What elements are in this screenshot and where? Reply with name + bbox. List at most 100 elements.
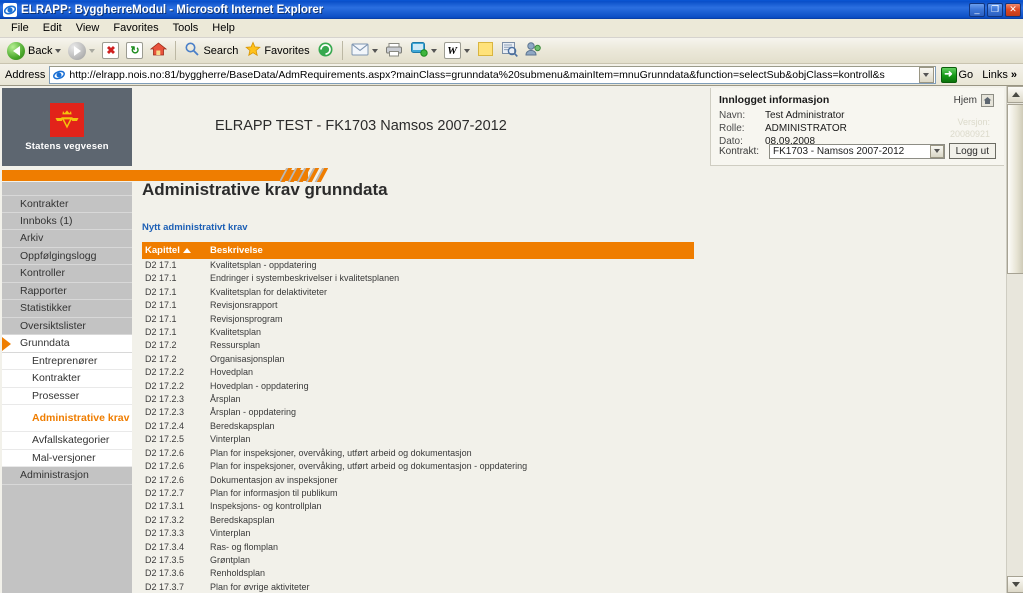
statens-vegvesen-logo-icon — [50, 102, 84, 137]
sidebar-item-kontrakter-sub[interactable]: Kontrakter — [2, 370, 132, 388]
address-input[interactable]: http://elrapp.nois.no:81/byggherre/BaseD… — [49, 65, 936, 84]
skype-button[interactable] — [407, 40, 440, 61]
research-button[interactable] — [498, 40, 521, 61]
table-row[interactable]: D2 17.2 Organisasjonsplan — [142, 353, 694, 366]
menu-item-file[interactable]: File — [4, 20, 36, 36]
table-row[interactable]: D2 17.1 Revisjonsprogram — [142, 313, 694, 326]
sidebar-item-kontroller[interactable]: Kontroller — [2, 265, 132, 283]
page-vertical-scrollbar[interactable] — [1006, 86, 1023, 593]
mail-button[interactable] — [348, 41, 381, 60]
table-row[interactable]: D2 17.1 Kvalitetsplan for delaktiviteter — [142, 286, 694, 299]
sidebar-item-label: Avfallskategorier — [32, 434, 110, 447]
forward-history-chevron-icon[interactable] — [89, 48, 96, 53]
close-button[interactable]: ✕ — [1005, 2, 1021, 17]
scroll-up-button[interactable] — [1007, 86, 1023, 103]
sidebar-item-oppfolgingslogg[interactable]: Oppfølgingslogg — [2, 248, 132, 265]
logout-button[interactable]: Logg ut — [948, 143, 996, 159]
scrollbar-thumb[interactable] — [1007, 104, 1023, 274]
sidebar-item-kontrakter[interactable]: Kontrakter — [2, 195, 132, 213]
favorites-button[interactable]: Favorites — [242, 40, 312, 61]
sidebar-item-entreprenorer[interactable]: Entreprenører — [2, 352, 132, 370]
cell-kapittel: D2 17.2.2 — [145, 380, 185, 391]
table-row[interactable]: D2 17.2.6 Dokumentasjon av inspeksjoner — [142, 474, 694, 487]
table-row[interactable]: D2 17.2.6 Plan for inspeksjoner, overvåki… — [142, 460, 694, 473]
table-row[interactable]: D2 17.2.2 Hovedplan — [142, 366, 694, 379]
links-button[interactable]: Links » — [978, 69, 1021, 81]
messenger-button[interactable] — [522, 40, 545, 61]
home-link[interactable]: Hjem — [954, 94, 994, 107]
column-header-beskrivelse[interactable]: Beskrivelse — [207, 242, 694, 259]
sidebar-item-statistikker[interactable]: Statistikker — [2, 300, 132, 318]
table-header-row: Kapittel Beskrivelse — [142, 242, 694, 259]
skype-chevron-down-icon[interactable] — [430, 48, 437, 53]
scroll-down-button[interactable] — [1007, 576, 1023, 593]
menu-item-view[interactable]: View — [69, 20, 107, 36]
cell-kapittel: D2 17.2.6 — [145, 447, 185, 458]
sidebar-navigation: Kontrakter Innboks (1) Arkiv Oppfølgings… — [2, 182, 132, 593]
back-history-chevron-icon[interactable] — [55, 48, 62, 53]
table-row[interactable]: D2 17.2.2 Hovedplan - oppdatering — [142, 380, 694, 393]
word-button[interactable]: W — [441, 41, 473, 60]
menu-item-tools[interactable]: Tools — [166, 20, 206, 36]
menu-item-help[interactable]: Help — [205, 20, 242, 36]
sidebar-item-label: Arkiv — [20, 232, 44, 245]
table-row[interactable]: D2 17.2.3 Årsplan — [142, 393, 694, 406]
go-button[interactable]: ➜ Go — [936, 66, 979, 83]
cell-kapittel: D2 17.1 — [145, 286, 177, 297]
sidebar-item-innboks[interactable]: Innboks (1) — [2, 213, 132, 230]
table-row[interactable]: D2 17.1 Kvalitetsplan - oppdatering — [142, 259, 694, 272]
minimize-button[interactable]: _ — [969, 2, 985, 17]
contract-select[interactable]: FK1703 - Namsos 2007-2012 — [769, 143, 945, 159]
contract-label: Kontrakt: — [719, 145, 760, 157]
contract-chevron-down-icon[interactable] — [929, 144, 944, 158]
table-row[interactable]: D2 17.1 Endringer i systembeskrivelser i … — [142, 272, 694, 285]
version-info: Versjon: 20080921 — [950, 116, 990, 140]
home-icon[interactable] — [981, 94, 994, 107]
table-row[interactable]: D2 17.2.3 Årsplan - oppdatering — [142, 406, 694, 419]
sidebar-item-grunndata[interactable]: Grunndata — [2, 335, 132, 353]
table-row[interactable]: D2 17.3.6 Renholdsplan — [142, 567, 694, 580]
table-row[interactable]: D2 17.3.7 Plan for øvrige aktiviteter — [142, 581, 694, 593]
sidebar-item-avfallskategorier[interactable]: Avfallskategorier — [2, 432, 132, 450]
search-label: Search — [203, 44, 239, 57]
sidebar-item-prosesser[interactable]: Prosesser — [2, 387, 132, 405]
restore-button[interactable]: ❐ — [987, 2, 1003, 17]
print-button[interactable] — [382, 41, 406, 61]
note-button[interactable] — [474, 40, 497, 61]
mail-chevron-down-icon[interactable] — [371, 48, 378, 53]
go-label: Go — [958, 68, 974, 81]
home-button[interactable] — [147, 40, 170, 61]
table-row[interactable]: D2 17.2.7 Plan for informasjon til publik… — [142, 487, 694, 500]
table-row[interactable]: D2 17.2.4 Beredskapsplan — [142, 420, 694, 433]
table-row[interactable]: D2 17.3.4 Ras- og flomplan — [142, 541, 694, 554]
forward-button[interactable] — [65, 41, 98, 61]
table-row[interactable]: D2 17.2.5 Vinterplan — [142, 433, 694, 446]
address-dropdown-chevron-icon[interactable] — [918, 66, 934, 83]
table-row[interactable]: D2 17.2.6 Plan for inspeksjoner, overvåki… — [142, 447, 694, 460]
table-row[interactable]: D2 17.2 Ressursplan — [142, 339, 694, 352]
table-row[interactable]: D2 17.3.3 Vinterplan — [142, 527, 694, 540]
table-row[interactable]: D2 17.3.2 Beredskapsplan — [142, 514, 694, 527]
sidebar-item-mal-versjoner[interactable]: Mal-versjoner — [2, 449, 132, 467]
sidebar-item-rapporter[interactable]: Rapporter — [2, 283, 132, 300]
sidebar-item-administrative-krav[interactable]: Administrative krav — [2, 405, 132, 432]
favorites-star-icon — [245, 41, 262, 60]
links-chevron-icon[interactable]: » — [1011, 69, 1017, 81]
column-header-kapittel[interactable]: Kapittel — [142, 242, 207, 259]
sidebar-item-arkiv[interactable]: Arkiv — [2, 230, 132, 248]
table-row[interactable]: D2 17.1 Kvalitetsplan — [142, 326, 694, 339]
sidebar-item-administrasjon[interactable]: Administrasjon — [2, 467, 132, 485]
menu-item-edit[interactable]: Edit — [36, 20, 69, 36]
new-administrative-requirement-link[interactable]: Nytt administrativt krav — [142, 222, 248, 233]
refresh-button[interactable]: ↻ — [123, 41, 146, 60]
sidebar-item-oversiktslister[interactable]: Oversiktslister — [2, 318, 132, 335]
word-chevron-down-icon[interactable] — [463, 48, 470, 53]
table-row[interactable]: D2 17.3.5 Grøntplan — [142, 554, 694, 567]
table-row[interactable]: D2 17.3.1 Inspeksjons- og kontrollplan — [142, 500, 694, 513]
back-button[interactable]: Back — [4, 41, 64, 61]
menu-item-favorites[interactable]: Favorites — [106, 20, 165, 36]
table-row[interactable]: D2 17.1 Revisjonsrapport — [142, 299, 694, 312]
history-button[interactable] — [314, 40, 337, 62]
search-button[interactable]: Search — [181, 40, 241, 61]
stop-button[interactable]: ✖ — [99, 41, 122, 60]
